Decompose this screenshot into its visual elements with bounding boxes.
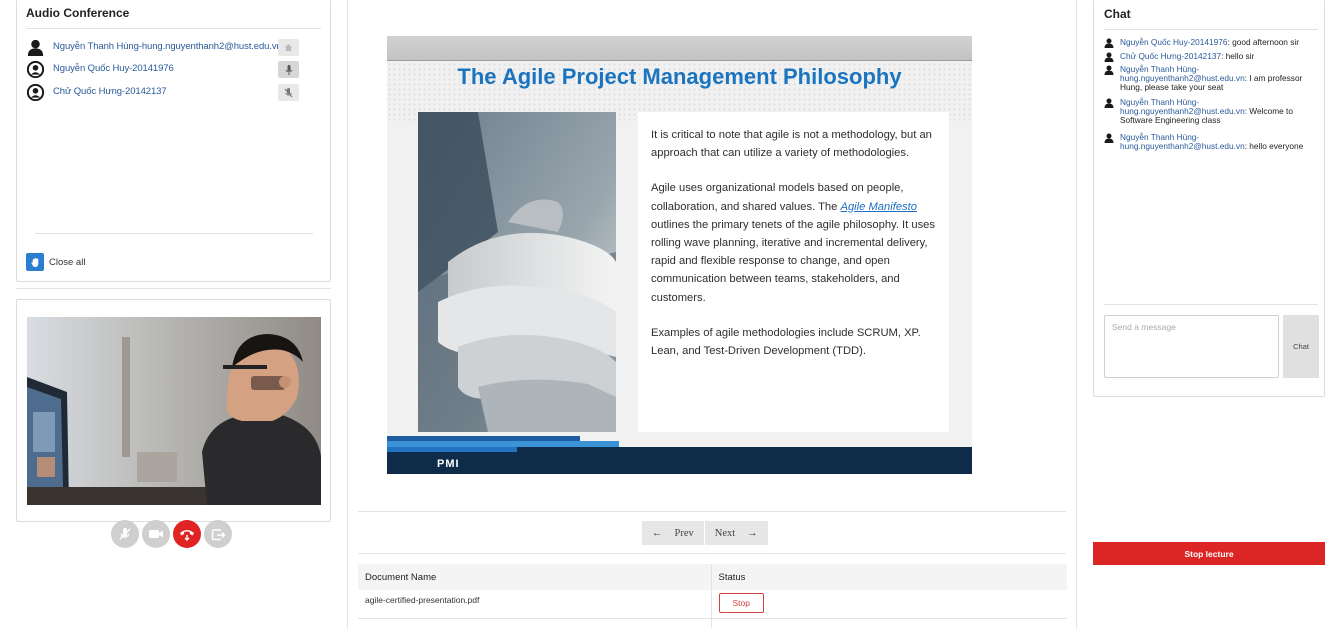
- stop-document-button[interactable]: Stop: [718, 593, 764, 613]
- call-controls: [111, 520, 232, 548]
- document-table: Document Name Status agile-certified-pre…: [358, 564, 1067, 628]
- chat-message-user[interactable]: Nguyễn Thanh Hùng-hung.nguyenthanh2@hust…: [1120, 97, 1245, 116]
- table-row: agile-certified-presentation.pdf Stop: [358, 590, 1067, 619]
- divider: [16, 288, 331, 289]
- slide-paragraph: Examples of agile methodologies include …: [651, 326, 921, 358]
- chat-message: Nguyễn Thanh Hùng-hung.nguyenthanh2@hust…: [1104, 64, 1319, 93]
- column-header-document-name: Document Name: [358, 564, 712, 590]
- user-icon: [1104, 98, 1114, 108]
- chat-message-input[interactable]: [1104, 315, 1279, 378]
- divider: [35, 233, 313, 234]
- slide-paragraph: It is critical to note that agile is not…: [651, 129, 932, 160]
- divider: [26, 28, 321, 29]
- pmi-logo: PMI: [437, 458, 460, 470]
- participant-mic-button[interactable]: [278, 61, 299, 78]
- camera-button[interactable]: [142, 520, 170, 548]
- participant-row: Chử Quốc Hưng-20142137: [27, 83, 322, 103]
- document-name: agile-certified-presentation.pdf: [358, 590, 712, 619]
- presentation-area: The Agile Project Management Philosophy …: [347, 0, 1077, 629]
- chat-message-text: : hello sir: [1221, 51, 1255, 61]
- chat-message-text: : good afternoon sir: [1227, 37, 1299, 47]
- user-circle-icon: [27, 61, 44, 78]
- chat-message-user[interactable]: Nguyễn Thanh Hùng-hung.nguyenthanh2@hust…: [1120, 64, 1245, 83]
- hands-together-image: [418, 112, 616, 432]
- slide-paragraph-text: outlines the primary tenets of the agile…: [651, 218, 935, 304]
- user-icon: [1104, 65, 1114, 75]
- webcam-video: [27, 317, 321, 505]
- slide-text-box: It is critical to note that agile is not…: [638, 112, 949, 432]
- arrow-right-icon: →: [747, 527, 758, 539]
- slide-pager: ← Prev Next →: [642, 521, 768, 545]
- home-icon: [284, 43, 293, 52]
- user-icon: [1104, 52, 1114, 62]
- hang-up-icon: [180, 530, 194, 541]
- audio-conference-title: Audio Conference: [26, 6, 130, 20]
- chat-panel: Chat Nguyễn Quốc Huy-20141976: good afte…: [1093, 0, 1325, 397]
- chat-message: Nguyễn Thanh Hùng-hung.nguyenthanh2@hust…: [1104, 97, 1319, 126]
- slide-title: The Agile Project Management Philosophy: [457, 64, 902, 89]
- divider: [1104, 29, 1318, 30]
- share-screen-icon: [211, 528, 226, 540]
- chat-message-user[interactable]: Nguyễn Quốc Huy-20141976: [1120, 37, 1227, 47]
- table-spacer-row: [358, 618, 1067, 628]
- user-icon: [1104, 38, 1114, 48]
- video-panel: [16, 299, 331, 522]
- chat-message: Nguyễn Quốc Huy-20141976: good afternoon…: [1104, 37, 1319, 48]
- next-label: Next: [714, 527, 736, 539]
- share-screen-button[interactable]: [204, 520, 232, 548]
- slide-paragraph: Agile uses organizational models based o…: [638, 179, 949, 306]
- participant-name: Chử Quốc Hưng-20142137: [53, 86, 167, 97]
- prev-button[interactable]: ← Prev: [642, 521, 704, 545]
- user-icon: [27, 39, 44, 56]
- divider: [358, 511, 1066, 512]
- chat-message: Nguyễn Thanh Hùng-hung.nguyenthanh2@hust…: [1104, 132, 1319, 152]
- participant-name: Nguyễn Quốc Huy-20141976: [53, 63, 174, 74]
- stop-lecture-button[interactable]: Stop lecture: [1093, 542, 1325, 565]
- chat-message-user[interactable]: Chử Quốc Hưng-20142137: [1120, 51, 1221, 61]
- slide-top-bar: [387, 36, 972, 61]
- divider: [358, 553, 1066, 554]
- user-circle-icon: [27, 84, 44, 101]
- column-header-status: Status: [711, 564, 1067, 590]
- microphone-muted-icon: [119, 528, 131, 540]
- presentation-slide: The Agile Project Management Philosophy …: [387, 36, 972, 474]
- agile-manifesto-link[interactable]: Agile Manifesto: [840, 201, 917, 213]
- next-button[interactable]: Next →: [704, 521, 768, 545]
- microphone-muted-icon: [284, 87, 293, 97]
- table-header-row: Document Name Status: [358, 564, 1067, 590]
- hang-up-button[interactable]: [173, 520, 201, 548]
- audio-conference-panel: Audio Conference Nguyễn Thanh Hùng-hung.…: [16, 0, 331, 282]
- mute-mic-button[interactable]: [111, 520, 139, 548]
- video-camera-icon: [149, 530, 163, 538]
- prev-label: Prev: [674, 527, 694, 539]
- arrow-left-icon: ←: [652, 527, 663, 539]
- slide-stripe: [387, 447, 517, 452]
- participant-name: Nguyễn Thanh Hùng-hung.nguyenthanh2@hust…: [53, 41, 282, 52]
- chat-send-button[interactable]: Chat: [1283, 315, 1319, 378]
- hand-icon: [26, 253, 44, 271]
- participant-row: Nguyễn Thanh Hùng-hung.nguyenthanh2@hust…: [27, 38, 322, 58]
- chat-title: Chat: [1104, 7, 1131, 21]
- divider: [1104, 304, 1318, 305]
- document-status-cell: Stop: [711, 590, 1067, 619]
- user-icon: [1104, 133, 1114, 143]
- participant-mic-muted-button[interactable]: [278, 84, 299, 101]
- participant-home-button[interactable]: [278, 39, 299, 56]
- close-all-button[interactable]: Close all: [26, 253, 85, 271]
- close-all-label: Close all: [49, 256, 86, 268]
- participant-row: Nguyễn Quốc Huy-20141976: [27, 60, 322, 80]
- microphone-icon: [285, 64, 292, 75]
- chat-message: Chử Quốc Hưng-20142137: hello sir: [1104, 51, 1319, 62]
- chat-message-text: : hello everyone: [1244, 141, 1304, 152]
- chat-message-user[interactable]: Nguyễn Thanh Hùng-hung.nguyenthanh2@hust…: [1120, 132, 1245, 151]
